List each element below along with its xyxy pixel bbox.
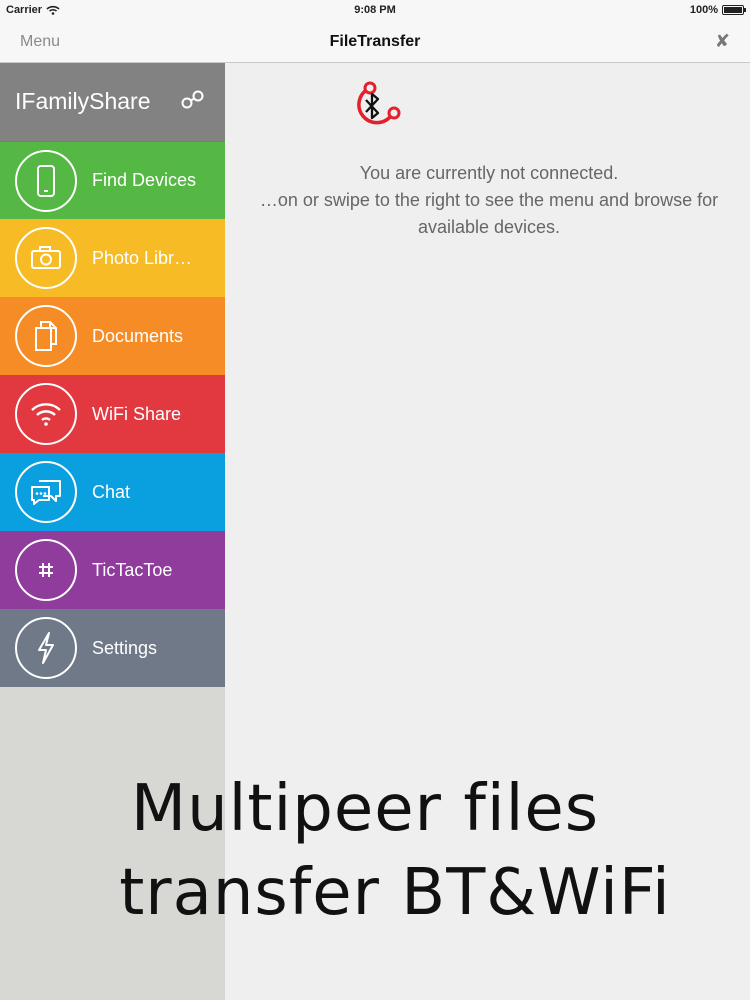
bluetooth-icon bbox=[357, 81, 401, 125]
wifi-icon bbox=[31, 403, 61, 426]
sidebar-item-find-devices[interactable]: Find Devices bbox=[0, 141, 225, 219]
camera-icon bbox=[31, 246, 61, 269]
chat-icon bbox=[31, 480, 61, 505]
sidebar-item-tictactoe[interactable]: TicTacToe bbox=[0, 531, 225, 609]
clock: 9:08 PM bbox=[354, 4, 396, 16]
sidebar-item-label: Chat bbox=[92, 481, 131, 502]
connection-message: You are currently not connected. …on or … bbox=[139, 160, 750, 241]
sidebar-item-photo-library[interactable]: Photo Libr… bbox=[0, 219, 225, 297]
status-bar: Carrier 9:08 PM 100% bbox=[0, 0, 750, 22]
sidebar-item-settings[interactable]: Settings bbox=[0, 609, 225, 687]
photo-library-circle bbox=[15, 227, 77, 289]
battery-icon bbox=[722, 5, 746, 15]
wifi-share-circle bbox=[15, 383, 77, 445]
message-line-2: …on or swipe to the right to see the men… bbox=[259, 190, 719, 210]
sidebar-header: IFamilyShare bbox=[0, 63, 225, 141]
battery-level bbox=[724, 7, 742, 13]
sidebar-item-label: Photo Libr… bbox=[92, 247, 193, 268]
close-icon[interactable]: ✘ bbox=[715, 31, 730, 52]
app-name: IFamilyShare bbox=[15, 88, 151, 114]
documents-icon bbox=[35, 321, 57, 351]
page-title: FileTransfer bbox=[329, 33, 421, 50]
lightning-icon bbox=[38, 632, 54, 664]
sidebar-item-label: Find Devices bbox=[92, 170, 197, 190]
promo-line-1: Multipeer files bbox=[130, 772, 600, 846]
sidebar-item-documents[interactable]: Documents bbox=[0, 297, 225, 375]
battery-percent: 100% bbox=[689, 4, 718, 16]
message-line-1: You are currently not connected. bbox=[359, 163, 619, 183]
promo-line-2: transfer BT&WiFi bbox=[119, 856, 671, 930]
sidebar-item-wifi-share[interactable]: WiFi Share bbox=[0, 375, 225, 453]
sidebar-item-label: WiFi Share bbox=[92, 403, 182, 424]
hash-icon bbox=[39, 563, 53, 577]
battery-indicator: 100% bbox=[689, 4, 746, 16]
find-devices-circle bbox=[15, 149, 77, 212]
link-icon[interactable] bbox=[180, 90, 206, 110]
phone-icon bbox=[37, 164, 55, 197]
sidebar-item-label: TicTacToe bbox=[92, 559, 173, 580]
sidebar-item-label: Documents bbox=[92, 325, 184, 346]
settings-circle bbox=[15, 617, 77, 679]
chat-circle bbox=[15, 461, 77, 523]
navigation-bar: Menu FileTransfer ✘ bbox=[0, 22, 750, 63]
documents-circle bbox=[15, 305, 77, 367]
message-line-3: available devices. bbox=[417, 217, 561, 237]
tictactoe-circle bbox=[15, 539, 77, 601]
sidebar-item-label: Settings bbox=[92, 637, 158, 658]
sidebar-item-chat[interactable]: Chat bbox=[0, 453, 225, 531]
